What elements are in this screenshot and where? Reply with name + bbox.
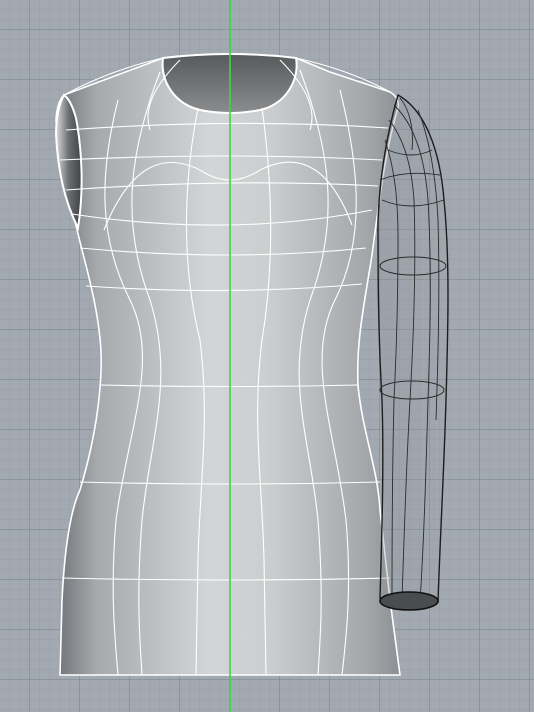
sleeve-wrist-opening: [379, 591, 439, 611]
scene-svg[interactable]: [0, 0, 534, 712]
viewport-canvas[interactable]: [0, 0, 534, 712]
sleeve-mesh[interactable]: [377, 93, 449, 611]
